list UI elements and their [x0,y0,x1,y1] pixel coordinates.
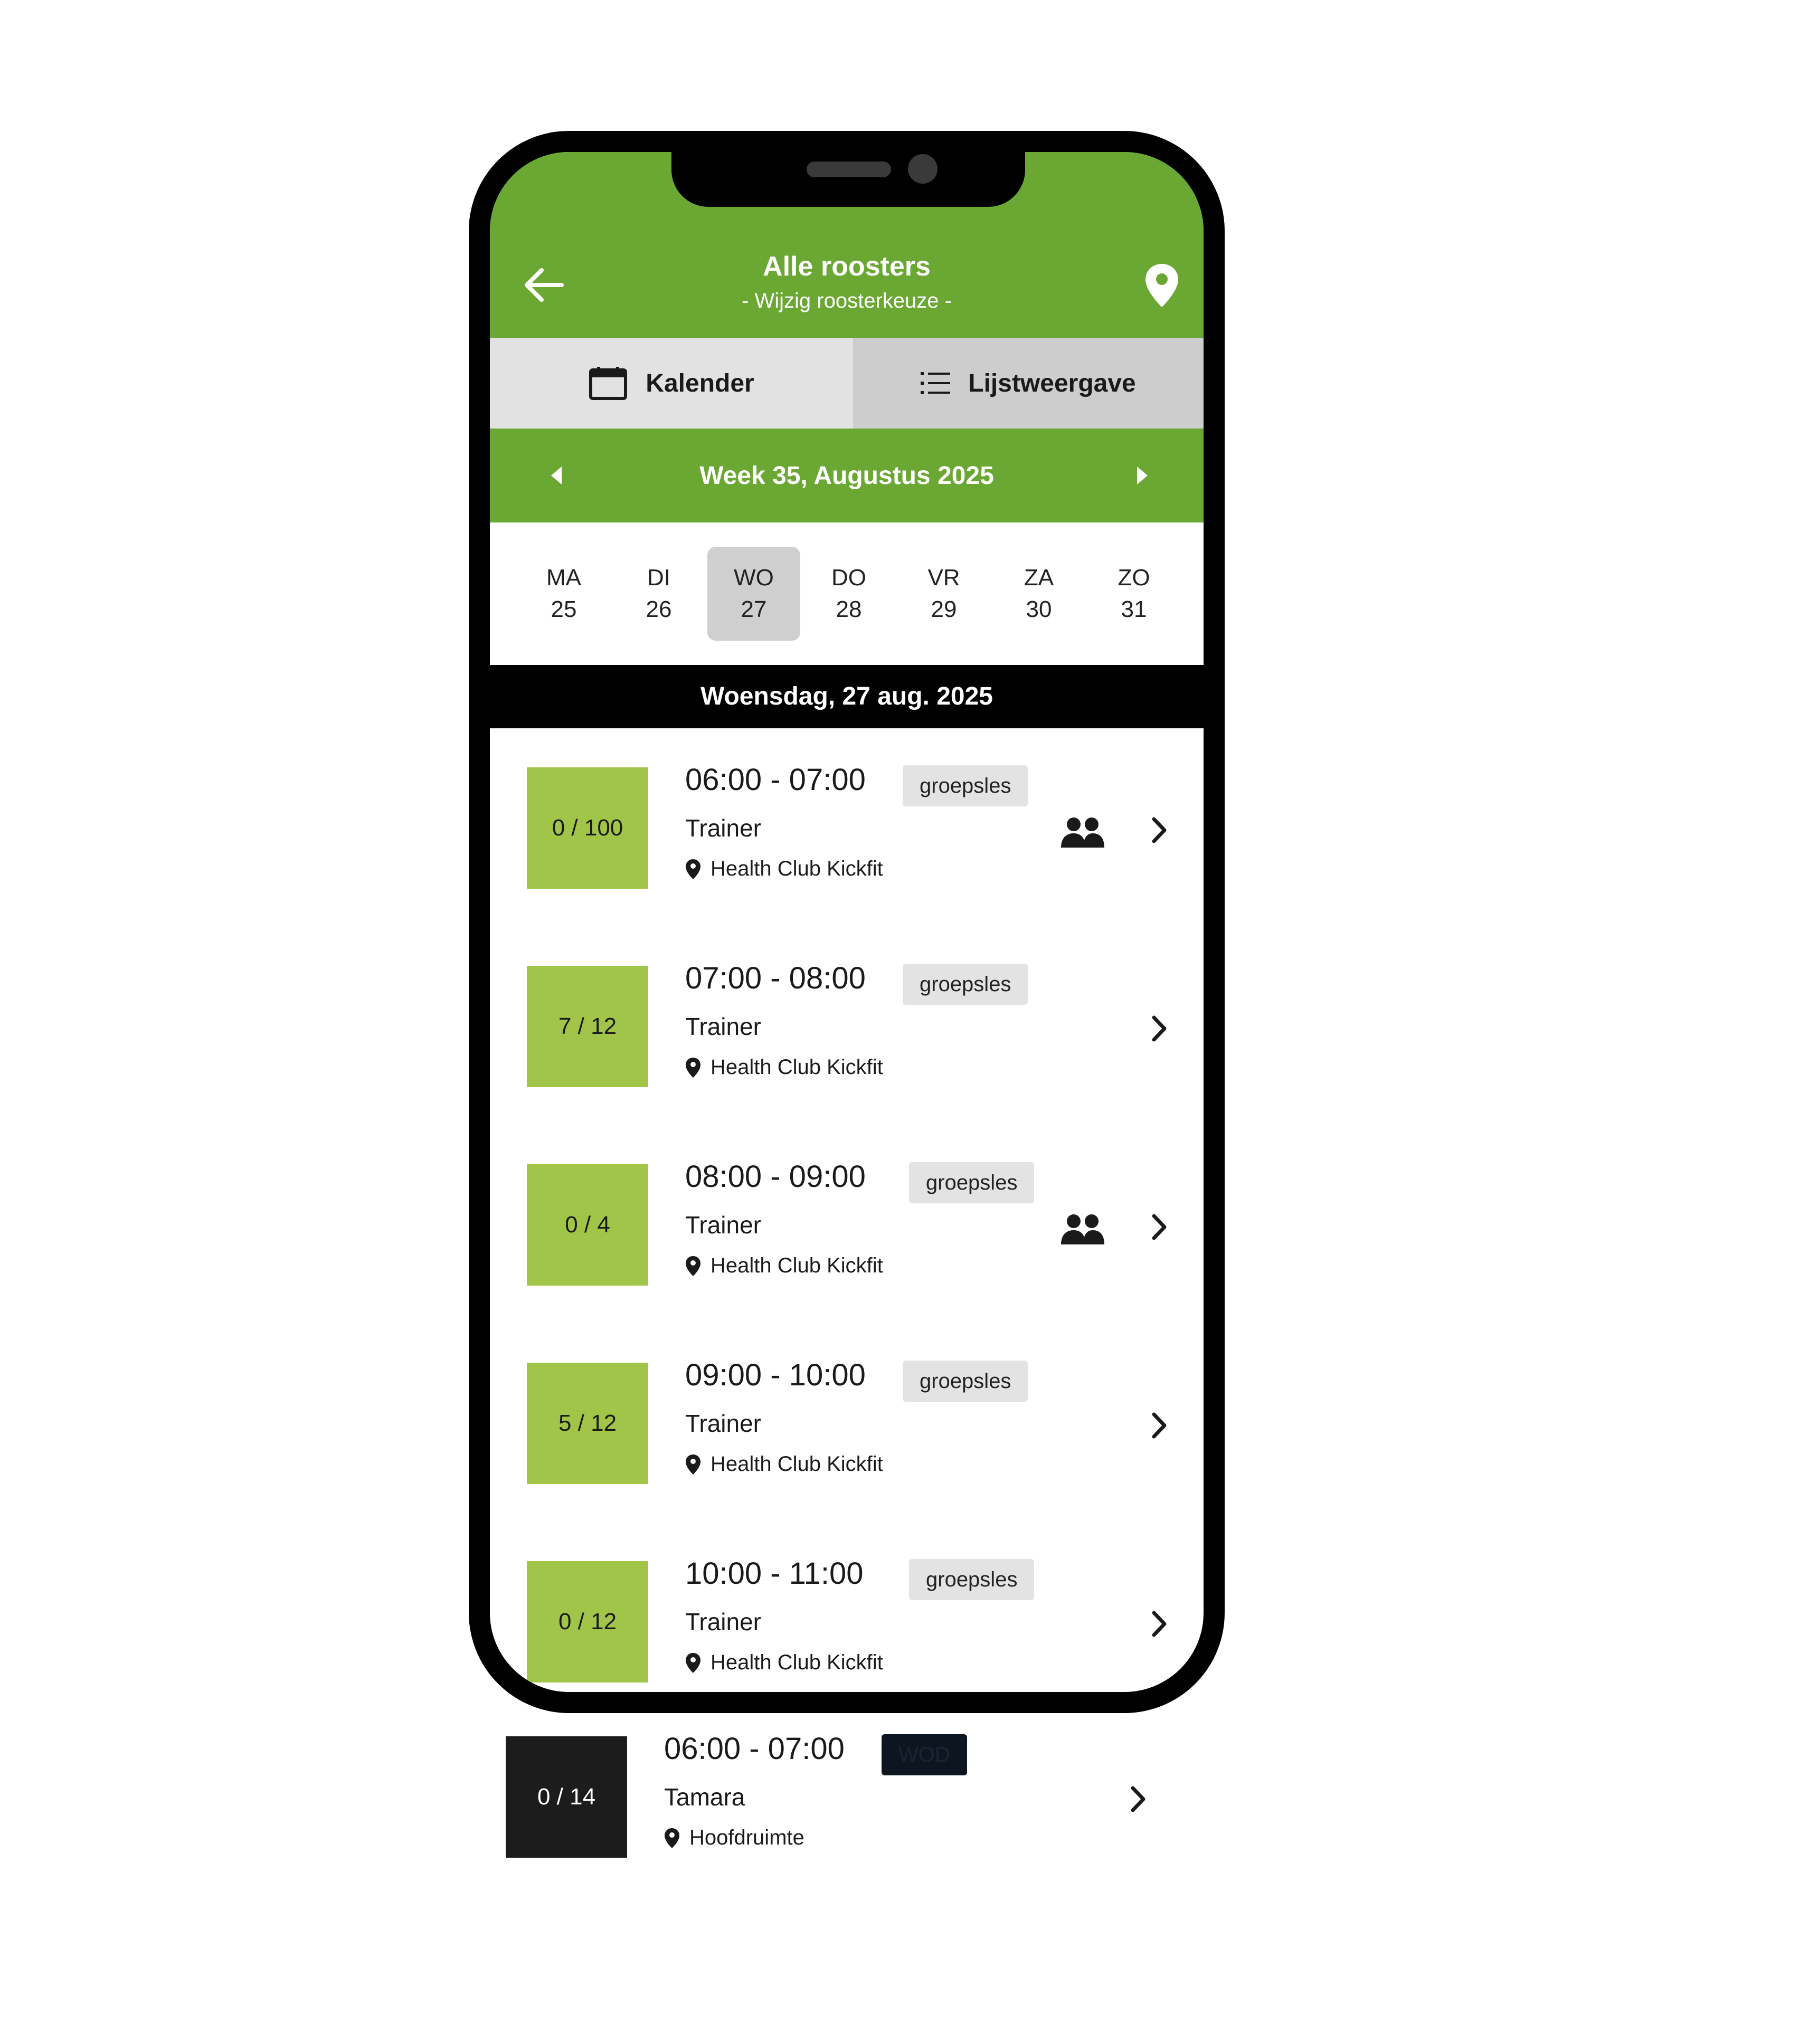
session-time: 07:00 - 08:00 [685,961,866,995]
session-item[interactable]: 5 / 12 09:00 - 10:00 groepsles Trainer H… [490,1358,1204,1561]
chevron-right-icon[interactable] [1150,1610,1169,1638]
session-trainer: Trainer [685,1608,761,1636]
week-navigator: Week 35, Augustus 2025 [490,429,1204,522]
tab-list[interactable]: Lijstweergave [853,338,1204,429]
chevron-right-icon[interactable] [1150,1411,1169,1440]
map-pin-icon [686,1652,700,1673]
session-time: 06:00 - 07:00 [685,763,866,797]
week-label: Week 35, Augustus 2025 [699,462,994,490]
session-location: Health Club Kickfit [685,1452,883,1476]
map-pin-icon [686,859,700,879]
view-tabs: Kalender Lijstweergave [490,338,1204,429]
session-location: Health Club Kickfit [685,857,883,881]
session-type-badge: groepsles [903,765,1028,806]
map-pin-icon [665,1828,679,1848]
session-type-badge: groepsles [909,1559,1035,1600]
session-trainer: Trainer [685,1013,761,1040]
session-type-badge: groepsles [909,1162,1035,1203]
session-type-badge: WOD [882,1734,967,1775]
session-trainer: Trainer [685,814,761,842]
caret-right-icon[interactable] [1135,465,1150,486]
session-item[interactable]: 0 / 12 10:00 - 11:00 groepsles Trainer H… [490,1556,1204,1692]
capacity-box: 0 / 100 [527,767,648,889]
group-icon [1061,1214,1104,1244]
session-item[interactable]: 0 / 14 06:00 - 07:00 WOD Tamara Hoofdrui… [469,1732,1225,1895]
day-fri[interactable]: VR 29 [897,547,990,641]
capacity-box: 0 / 14 [506,1736,627,1858]
location-pin-icon[interactable] [1144,263,1179,308]
session-item[interactable]: 0 / 4 08:00 - 09:00 groepsles Trainer He… [490,1159,1204,1363]
tab-calendar-label: Kalender [646,369,754,397]
session-item[interactable]: 0 / 100 06:00 - 07:00 groepsles Trainer … [490,763,1204,966]
session-trainer: Trainer [685,1410,761,1437]
map-pin-icon [686,1256,700,1276]
day-sat[interactable]: ZA 30 [992,547,1085,641]
map-pin-icon [686,1454,700,1475]
day-selector: MA 25 DI 26 WO 27 DO 28 VR 29 ZA 30 ZO 3… [490,522,1204,665]
session-type-badge: groepsles [903,964,1028,1005]
day-sun[interactable]: ZO 31 [1087,547,1180,641]
day-mon[interactable]: MA 25 [517,547,610,641]
speaker-grille [807,161,891,177]
day-wed[interactable]: WO 27 [707,547,800,641]
list-icon [921,372,951,394]
session-item[interactable]: 7 / 12 07:00 - 08:00 groepsles Trainer H… [490,961,1204,1164]
session-location: Hoofdruimte [664,1826,804,1850]
day-tue[interactable]: DI 26 [612,547,705,641]
session-trainer: Trainer [685,1211,761,1239]
tab-list-label: Lijstweergave [968,369,1136,397]
page-title: Alle roosters [763,251,931,282]
calendar-icon [589,367,628,400]
session-type-badge: groepsles [903,1361,1028,1402]
capacity-box: 0 / 4 [527,1164,648,1286]
session-time: 06:00 - 07:00 [664,1732,845,1766]
front-camera [908,154,938,184]
capacity-box: 0 / 12 [527,1561,648,1682]
session-time: 08:00 - 09:00 [685,1159,866,1194]
selected-date-header: Woensdag, 27 aug. 2025 [490,665,1204,728]
chevron-right-icon[interactable] [1150,1014,1169,1043]
group-icon [1061,817,1104,848]
chevron-right-icon[interactable] [1129,1785,1148,1813]
session-trainer: Tamara [664,1783,745,1811]
map-pin-icon [686,1057,700,1078]
session-location: Health Club Kickfit [685,1056,883,1079]
chevron-right-icon[interactable] [1150,816,1169,844]
session-location: Health Club Kickfit [685,1651,883,1675]
session-time: 10:00 - 11:00 [685,1556,864,1591]
phone-frame: Alle roosters - Wijzig roosterkeuze - Ka… [469,131,1225,1713]
change-schedule-link[interactable]: - Wijzig roosterkeuze - [490,289,1204,313]
capacity-box: 7 / 12 [527,966,648,1087]
capacity-box: 5 / 12 [527,1363,648,1484]
chevron-right-icon[interactable] [1150,1213,1169,1241]
session-time: 09:00 - 10:00 [685,1358,866,1392]
day-thu[interactable]: DO 28 [802,547,895,641]
tab-calendar[interactable]: Kalender [490,338,853,429]
session-location: Health Club Kickfit [685,1254,883,1278]
